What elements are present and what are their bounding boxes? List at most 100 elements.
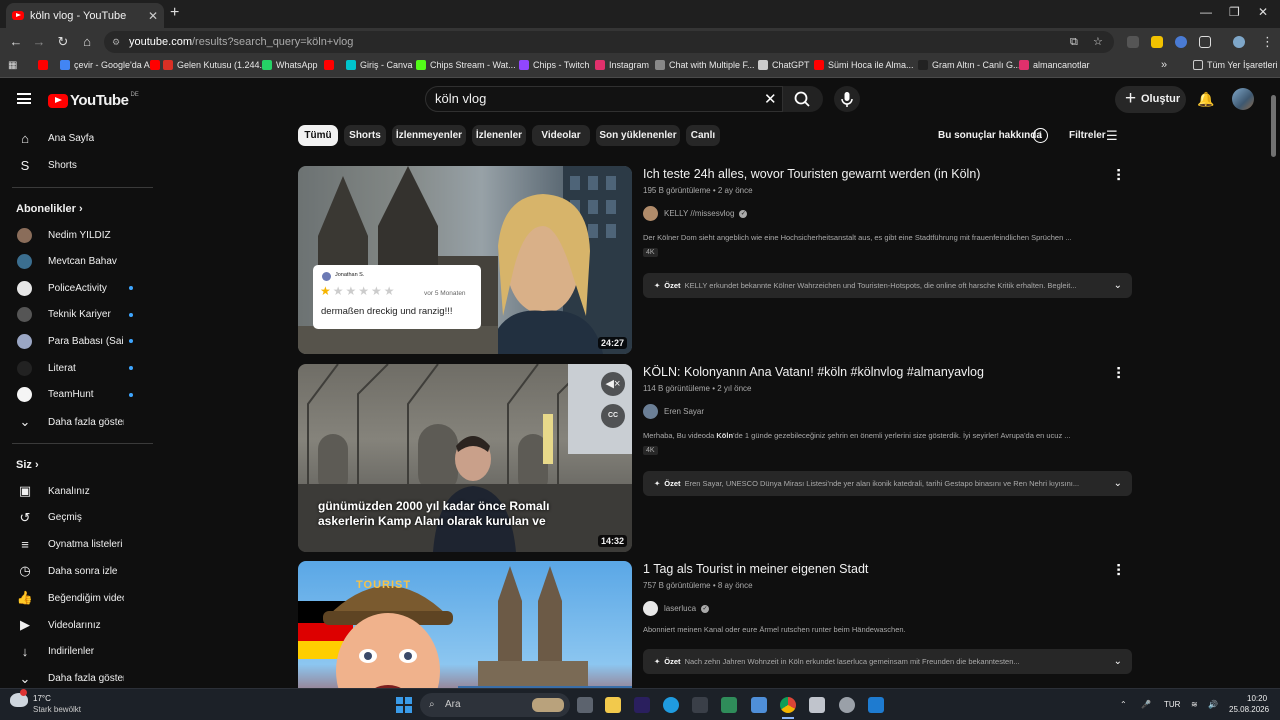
video-result[interactable]: TOURIST 1 Tag als Tourist in meiner eige… bbox=[298, 561, 1133, 688]
bookmark-item[interactable]: Chips - Twitch bbox=[519, 60, 589, 70]
sidebar-subscription[interactable]: Para Babası (Sai... bbox=[0, 328, 154, 354]
browser-tab-active[interactable]: köln vlog - YouTube ✕ bbox=[6, 3, 164, 28]
language-indicator[interactable]: TUR bbox=[1164, 700, 1180, 709]
mute-icon[interactable]: ◀× bbox=[601, 372, 625, 396]
bookmark-item[interactable]: ChatGPT bbox=[758, 60, 810, 70]
video-result[interactable]: ◀× CC günümüzden 2000 yıl kadar önce Rom… bbox=[298, 364, 1133, 552]
bookmark-item[interactable]: Instagram bbox=[595, 60, 649, 70]
sidebar-subscription[interactable]: Mevtcan Bahav bbox=[0, 249, 154, 275]
sidebar-item-home[interactable]: ⌂ Ana Sayfa bbox=[0, 125, 154, 151]
home-icon[interactable]: ⌂ bbox=[79, 34, 95, 49]
edge-icon[interactable] bbox=[663, 697, 679, 713]
forward-icon[interactable]: → bbox=[31, 34, 47, 49]
sidebar-subscription[interactable]: PoliceActivity bbox=[0, 275, 154, 301]
filter-chip[interactable]: Shorts bbox=[344, 125, 386, 146]
back-icon[interactable]: ← bbox=[8, 34, 24, 49]
captions-icon[interactable]: CC bbox=[601, 404, 625, 428]
hamburger-menu-icon[interactable] bbox=[17, 93, 31, 104]
sidebar-item-liked-videos[interactable]: 👍 Beğendiğim videolar bbox=[0, 585, 154, 611]
info-icon[interactable]: i bbox=[1033, 128, 1048, 143]
app-icon[interactable] bbox=[721, 697, 737, 713]
video-title[interactable]: Ich teste 24h alles, wovor Touristen gew… bbox=[643, 167, 980, 181]
sidebar-item-your-videos[interactable]: ▶ Videolarınız bbox=[0, 612, 154, 638]
browser-menu-icon[interactable]: ⋮ bbox=[1261, 34, 1274, 50]
reload-icon[interactable]: ↻ bbox=[55, 34, 71, 50]
volume-icon[interactable]: 🔊 bbox=[1208, 700, 1218, 709]
filter-chip[interactable]: Videolar bbox=[532, 125, 590, 146]
you-header[interactable]: Siz › bbox=[16, 459, 39, 471]
premiere-pro-icon[interactable] bbox=[634, 697, 650, 713]
filters-button[interactable]: Filtreler bbox=[1069, 130, 1106, 141]
ai-summary[interactable]: ✦ Özet Eren Sayar, UNESCO Dünya Mirası Lis… bbox=[643, 471, 1132, 496]
sidebar-item-watch-later[interactable]: ◷ Daha sonra izle bbox=[0, 558, 154, 584]
minimize-icon[interactable]: — bbox=[1200, 5, 1212, 19]
video-thumbnail[interactable]: TOURIST bbox=[298, 561, 632, 688]
bookmark-item[interactable]: çevir - Google'da Ara bbox=[60, 60, 158, 70]
chevron-down-icon[interactable]: ⌄ bbox=[1114, 649, 1122, 674]
bookmark-item[interactable]: WhatsApp bbox=[262, 60, 318, 70]
extensions-puzzle-icon[interactable] bbox=[1199, 36, 1211, 48]
clock-time[interactable]: 10:20 bbox=[1247, 694, 1267, 703]
restore-icon[interactable]: ❐ bbox=[1229, 5, 1240, 19]
video-title[interactable]: 1 Tag als Tourist in meiner eigenen Stad… bbox=[643, 562, 868, 576]
clear-search-icon[interactable]: ✕ bbox=[764, 90, 777, 108]
site-info-icon[interactable]: ⚙ bbox=[112, 31, 120, 53]
wifi-icon[interactable]: ≋ bbox=[1191, 700, 1198, 709]
filter-chip[interactable]: İzlenenler bbox=[472, 125, 526, 146]
clock-date[interactable]: 25.08.2026 bbox=[1229, 705, 1269, 714]
bookmarks-overflow-icon[interactable]: » bbox=[1161, 59, 1167, 71]
channel-link[interactable]: KELLY //missesvlog ✓ bbox=[643, 206, 748, 221]
page-scrollbar[interactable] bbox=[1271, 95, 1276, 157]
sidebar-subscription[interactable]: Literat bbox=[0, 355, 154, 381]
voice-search-button[interactable] bbox=[834, 86, 860, 112]
task-view-icon[interactable] bbox=[577, 697, 593, 713]
app-icon[interactable] bbox=[809, 697, 825, 713]
url-bar[interactable]: ⚙ youtube.com/results?search_query=köln+… bbox=[104, 31, 1114, 53]
filter-chip[interactable]: Canlı bbox=[686, 125, 720, 146]
microphone-tray-icon[interactable]: 🎤 bbox=[1141, 700, 1151, 709]
store-icon[interactable] bbox=[692, 697, 708, 713]
sidebar-item-shorts[interactable]: S Shorts bbox=[0, 152, 154, 178]
chrome-icon[interactable] bbox=[780, 697, 796, 713]
bookmark-item[interactable] bbox=[324, 60, 338, 70]
sidebar-item-chevron-down[interactable]: ⌄ Daha fazla göster bbox=[0, 666, 154, 688]
filter-chip[interactable]: İzlenmeyenler bbox=[392, 125, 466, 146]
new-tab-icon[interactable]: + bbox=[170, 4, 179, 22]
bookmark-item[interactable]: Chips Stream - Wat... bbox=[416, 60, 516, 70]
more-options-icon[interactable]: ⋯ bbox=[1111, 563, 1126, 576]
sidebar-item-downloads[interactable]: ↓ İndirilenler bbox=[0, 639, 154, 665]
tray-overflow-icon[interactable]: ⌃ bbox=[1120, 700, 1127, 709]
sidebar-item-history[interactable]: ↺ Geçmiş bbox=[0, 505, 154, 531]
sidebar-subscription[interactable]: TeamHunt bbox=[0, 382, 154, 408]
video-thumbnail[interactable]: ◀× CC günümüzden 2000 yıl kadar önce Rom… bbox=[298, 364, 632, 552]
about-results-link[interactable]: Bu sonuçlar hakkında bbox=[938, 130, 1042, 141]
bookmark-item[interactable]: almancanotlar bbox=[1019, 60, 1090, 70]
more-options-icon[interactable]: ⋯ bbox=[1111, 366, 1126, 379]
vscode-icon[interactable] bbox=[868, 697, 884, 713]
filter-chip[interactable]: Son yüklenenler bbox=[596, 125, 680, 146]
search-input[interactable]: köln vlog bbox=[425, 86, 783, 112]
bookmark-item[interactable]: Giriş - Canva bbox=[346, 60, 413, 70]
sidebar-item-playlists[interactable]: ≡ Oynatma listeleri bbox=[0, 532, 154, 558]
account-avatar[interactable] bbox=[1232, 88, 1254, 110]
ai-summary[interactable]: ✦ Özet Nach zehn Jahren Wohnzeit in Köln e… bbox=[643, 649, 1132, 674]
camera-extension-icon[interactable] bbox=[1127, 36, 1139, 48]
windows-start-icon[interactable] bbox=[396, 697, 412, 713]
bookmark-item[interactable]: Gram Altın - Canlı G... bbox=[918, 60, 1021, 70]
bookmark-item[interactable]: Sümi Hoca ile Alma... bbox=[814, 60, 914, 70]
bookmark-item[interactable] bbox=[150, 60, 164, 70]
app-icon[interactable] bbox=[751, 697, 767, 713]
video-thumbnail[interactable]: Jonathan S. ★★★★★★ vor 5 Monaten dermaße… bbox=[298, 166, 632, 354]
chevron-down-icon[interactable]: ⌄ bbox=[1114, 471, 1122, 496]
taskbar-search[interactable]: ⌕ Ara bbox=[420, 693, 570, 717]
notifications-bell-icon[interactable]: 🔔 bbox=[1197, 91, 1214, 108]
tab-close-icon[interactable]: ✕ bbox=[148, 9, 158, 23]
weather-temp[interactable]: 17°C bbox=[33, 694, 51, 703]
sidebar-subscription[interactable]: Nedim YILDIZ bbox=[0, 222, 154, 248]
extension-icon[interactable] bbox=[1151, 36, 1163, 48]
channel-link[interactable]: laserluca ✓ bbox=[643, 601, 710, 616]
profile-avatar-icon[interactable] bbox=[1233, 36, 1245, 48]
subscriptions-header[interactable]: Abonelikler › bbox=[16, 203, 83, 215]
filter-chip[interactable]: Tümü bbox=[298, 125, 338, 146]
sidebar-show-more[interactable]: ⌄ Daha fazla göster bbox=[0, 409, 154, 435]
